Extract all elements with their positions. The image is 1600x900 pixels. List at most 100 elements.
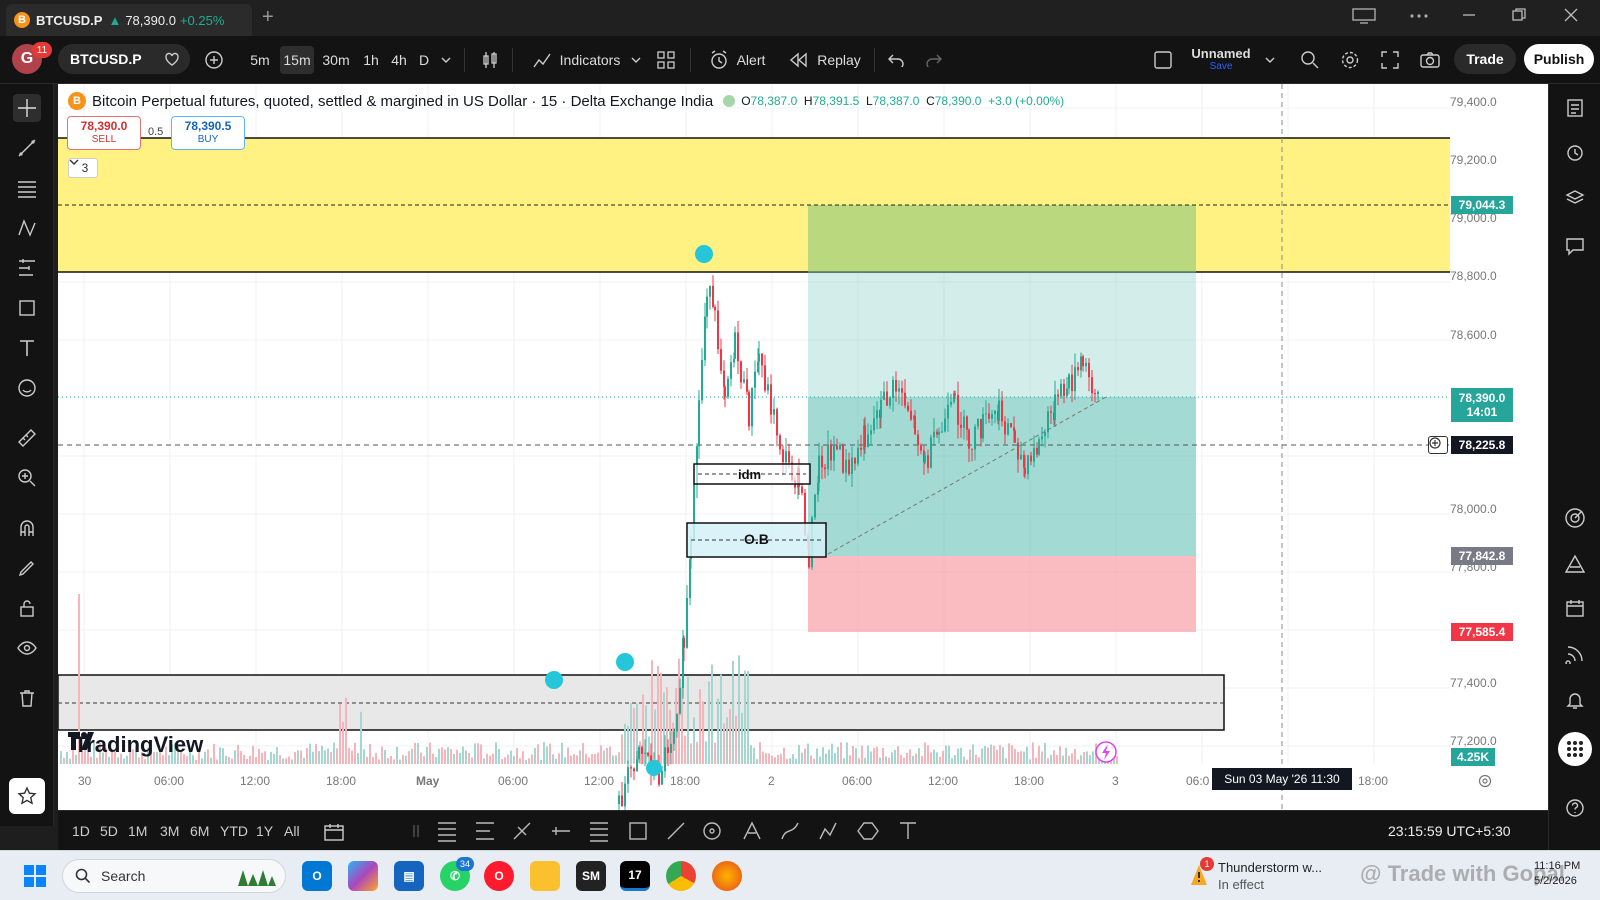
swing-high-marker[interactable] bbox=[695, 245, 713, 263]
range-5d[interactable]: 5D bbox=[100, 823, 118, 839]
crosshair-icon[interactable] bbox=[13, 94, 41, 122]
indicators-button[interactable]: Indicators bbox=[520, 46, 632, 74]
draw-mode-icon[interactable] bbox=[13, 554, 41, 582]
file-explorer-icon[interactable] bbox=[530, 861, 560, 891]
smc-app-icon[interactable]: SM bbox=[576, 861, 606, 891]
interval-15m[interactable]: 15m bbox=[280, 46, 314, 74]
range-ytd[interactable]: YTD bbox=[220, 823, 248, 839]
forecast-icon[interactable] bbox=[13, 254, 41, 282]
undo-icon[interactable] bbox=[882, 46, 910, 74]
eye-icon[interactable] bbox=[13, 634, 41, 662]
swing-low-marker-3[interactable] bbox=[646, 760, 662, 776]
add-alert-plus-icon[interactable] bbox=[1428, 436, 1448, 454]
lightning-icon[interactable] bbox=[1095, 741, 1117, 763]
weather-widget[interactable]: Thunderstorm w... In effect bbox=[1218, 859, 1322, 893]
fib-retracement-icon[interactable] bbox=[13, 174, 41, 202]
layers-icon[interactable] bbox=[1561, 184, 1589, 212]
trade-button[interactable]: Trade bbox=[1454, 44, 1516, 74]
range-3m[interactable]: 3M bbox=[160, 823, 179, 839]
store-icon[interactable]: ▤ bbox=[394, 861, 424, 891]
watchlist-heart-icon[interactable] bbox=[164, 51, 180, 67]
chat-icon[interactable] bbox=[1561, 232, 1589, 260]
interval-5m[interactable]: 5m bbox=[246, 46, 274, 74]
outlook-icon[interactable]: O bbox=[302, 861, 332, 891]
interval-1h[interactable]: 1h bbox=[358, 46, 384, 74]
long-position-stop-zone[interactable] bbox=[808, 556, 1196, 632]
volume-bar bbox=[357, 752, 359, 764]
calendar-icon[interactable] bbox=[1561, 594, 1589, 622]
favorites-star-icon[interactable] bbox=[9, 778, 45, 814]
chart-pane[interactable]: B Bitcoin Perpetual futures, quoted, set… bbox=[58, 84, 1548, 810]
apps-grid-icon[interactable] bbox=[1558, 732, 1592, 766]
buy-button[interactable]: 78,390.5 BUY bbox=[171, 116, 245, 150]
range-1y[interactable]: 1Y bbox=[256, 823, 273, 839]
opera-icon[interactable]: O bbox=[484, 861, 514, 891]
fullscreen-icon[interactable] bbox=[1376, 46, 1404, 74]
indicators-chevron-icon[interactable] bbox=[626, 46, 646, 74]
range-all[interactable]: All bbox=[284, 823, 300, 839]
browser-tab[interactable]: B BTCUSD.P ▲ 78,390.0 +0.25% bbox=[6, 4, 252, 36]
pattern-icon[interactable] bbox=[13, 214, 41, 242]
chart-type-candles-icon[interactable] bbox=[476, 46, 504, 74]
goto-date-icon[interactable] bbox=[324, 823, 344, 844]
help-icon[interactable] bbox=[1561, 794, 1589, 822]
close-icon[interactable] bbox=[1564, 8, 1578, 25]
compare-add-icon[interactable] bbox=[200, 46, 228, 74]
more-icon[interactable] bbox=[1408, 8, 1430, 27]
layout-grid-icon[interactable] bbox=[652, 46, 680, 74]
new-tab-button[interactable]: + bbox=[262, 6, 274, 29]
symbol-search-button[interactable]: BTCUSD.P bbox=[58, 44, 190, 74]
symbol-description[interactable]: Bitcoin Perpetual futures, quoted, settl… bbox=[92, 93, 713, 110]
tradingview-logo[interactable]: TradingView bbox=[68, 732, 203, 758]
watchlist-icon[interactable] bbox=[1561, 94, 1589, 122]
trend-line-icon[interactable] bbox=[13, 134, 41, 162]
interval-4h[interactable]: 4h bbox=[386, 46, 412, 74]
notifications-bell-icon[interactable] bbox=[1561, 686, 1589, 714]
target-icon[interactable] bbox=[1561, 504, 1589, 532]
swing-low-marker-2[interactable] bbox=[616, 653, 634, 671]
trash-icon[interactable] bbox=[13, 684, 41, 712]
system-clock[interactable]: 11:16 PM 5/2/2026 bbox=[1534, 859, 1580, 889]
windows-start-icon[interactable] bbox=[20, 861, 50, 891]
replay-button[interactable]: Replay bbox=[784, 46, 866, 74]
alerts-clock-icon[interactable] bbox=[1561, 138, 1589, 166]
layout-chevron-icon[interactable] bbox=[1260, 46, 1280, 74]
interval-dropdown-chevron-icon[interactable] bbox=[436, 46, 456, 74]
copilot-icon[interactable] bbox=[348, 861, 378, 891]
text-tool-icon[interactable] bbox=[13, 334, 41, 362]
chrome-icon[interactable] bbox=[666, 861, 696, 891]
quick-search-icon[interactable] bbox=[1296, 46, 1324, 74]
layout-square-icon[interactable] bbox=[1150, 46, 1176, 74]
zoom-in-icon[interactable] bbox=[13, 464, 41, 492]
firefox-icon[interactable] bbox=[712, 861, 742, 891]
swing-low-marker-1[interactable] bbox=[545, 671, 563, 689]
tradingview-taskbar-icon[interactable]: 17 bbox=[620, 861, 650, 891]
ruler-icon[interactable] bbox=[13, 424, 41, 452]
signal-feed-icon[interactable] bbox=[1561, 640, 1589, 668]
interval-d[interactable]: D bbox=[414, 46, 434, 74]
layout-name-button[interactable]: Unnamed Save bbox=[1186, 46, 1256, 72]
publish-button[interactable]: Publish bbox=[1524, 44, 1594, 74]
restore-icon[interactable] bbox=[1512, 8, 1526, 25]
snapshot-camera-icon[interactable] bbox=[1416, 46, 1444, 74]
magnet-icon[interactable] bbox=[13, 514, 41, 542]
sell-button[interactable]: 78,390.0 SELL bbox=[67, 116, 141, 150]
minimize-icon[interactable] bbox=[1462, 8, 1476, 25]
settings-gear-icon[interactable] bbox=[1336, 46, 1364, 74]
cast-icon[interactable] bbox=[1352, 8, 1376, 27]
chart-canvas[interactable] bbox=[58, 84, 1548, 810]
taskbar-search[interactable]: Search bbox=[62, 859, 286, 893]
indicators-collapse-button[interactable]: 3 bbox=[68, 158, 98, 178]
interval-30m[interactable]: 30m bbox=[320, 46, 352, 74]
emoji-icon[interactable] bbox=[13, 374, 41, 402]
market-status-icon[interactable] bbox=[723, 95, 736, 107]
lock-icon[interactable] bbox=[13, 594, 41, 622]
range-1m[interactable]: 1M bbox=[128, 823, 147, 839]
redo-icon[interactable] bbox=[920, 46, 948, 74]
ideas-icon[interactable] bbox=[1561, 550, 1589, 578]
rectangle-shape-icon[interactable] bbox=[13, 294, 41, 322]
range-6m[interactable]: 6M bbox=[190, 823, 209, 839]
range-1d[interactable]: 1D bbox=[72, 823, 90, 839]
exchange-clock[interactable]: 23:15:59 UTC+5:30 bbox=[1388, 823, 1511, 839]
alert-button[interactable]: Alert bbox=[700, 46, 774, 74]
